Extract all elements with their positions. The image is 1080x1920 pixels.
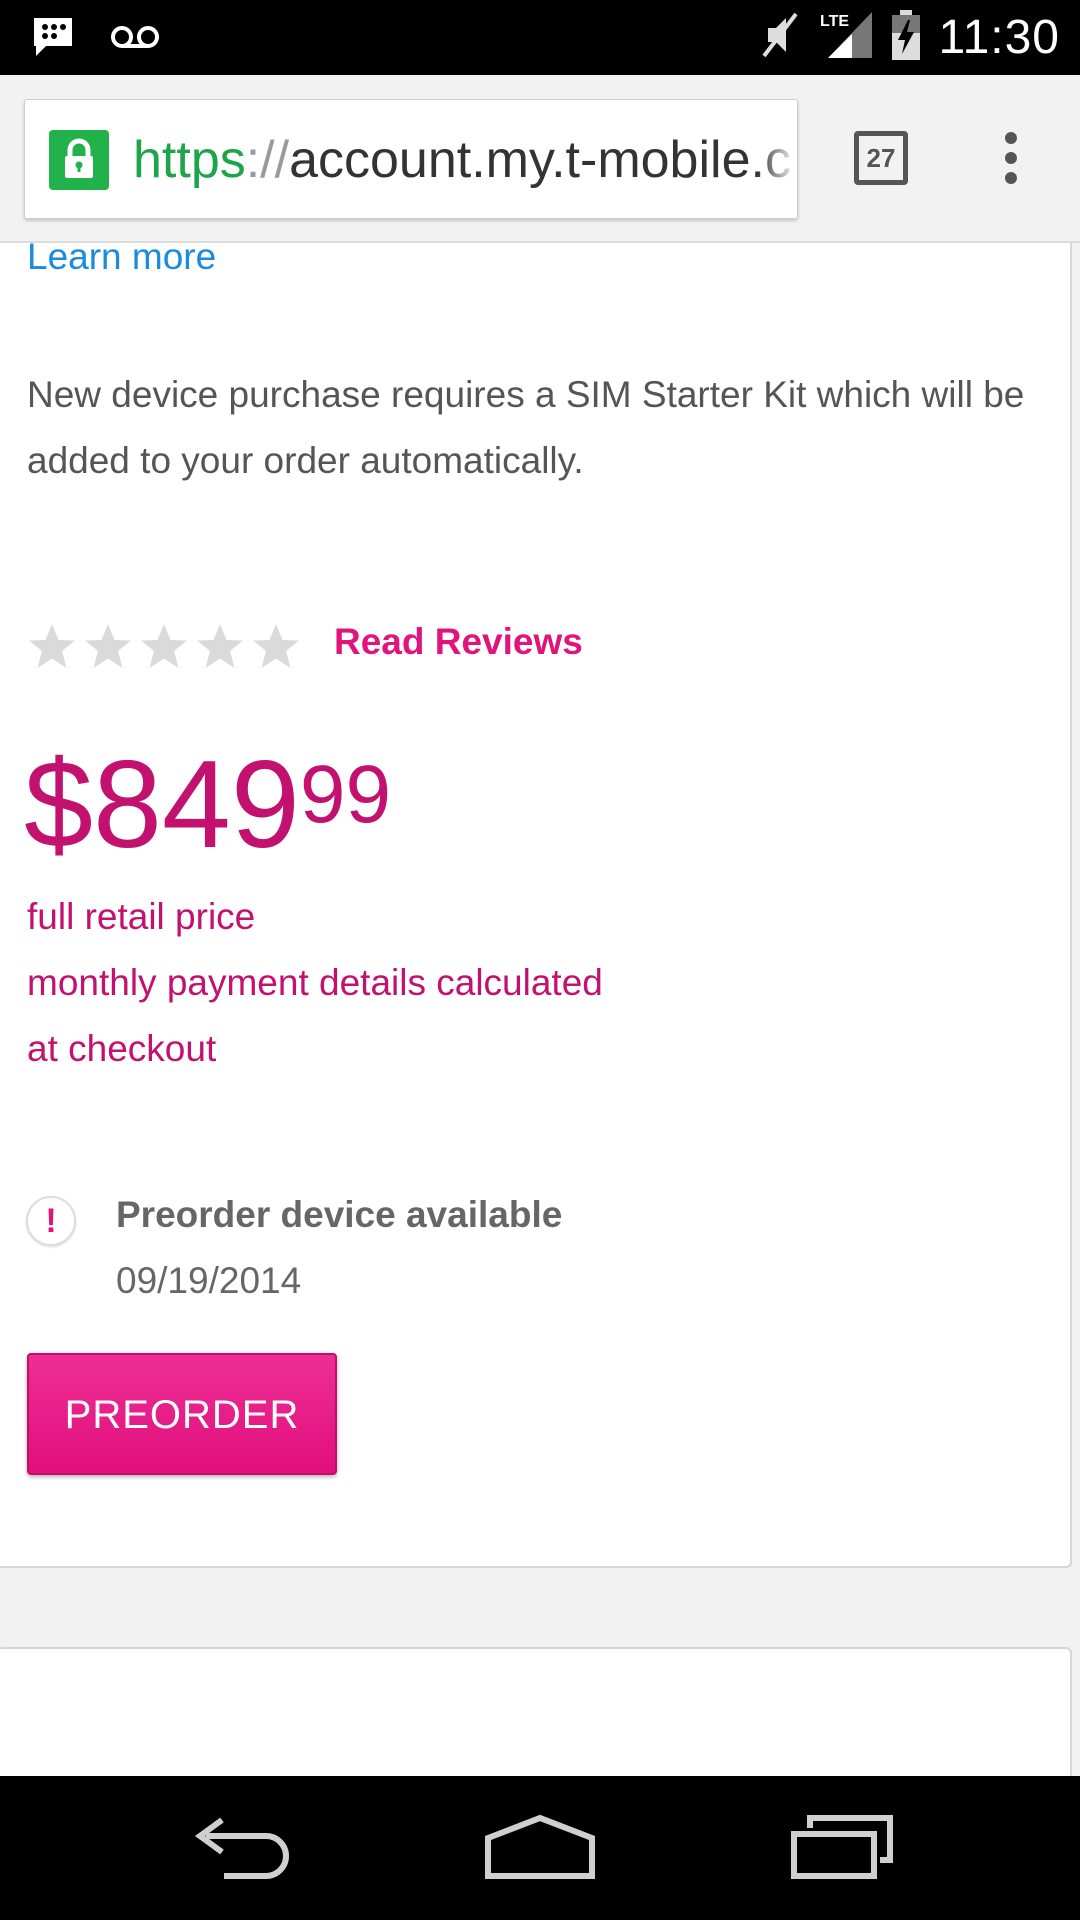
tab-switcher-button[interactable]: 27: [854, 131, 908, 185]
preorder-button[interactable]: PREORDER: [27, 1353, 337, 1475]
rating-stars: [25, 620, 303, 674]
bbm-chat-icon: [30, 14, 76, 65]
secure-lock-icon: [49, 130, 109, 190]
overflow-menu-icon[interactable]: [1000, 132, 1022, 188]
home-icon[interactable]: [484, 1812, 596, 1887]
svg-text:LTE: LTE: [820, 13, 849, 30]
recent-apps-icon[interactable]: [790, 1812, 896, 1887]
read-reviews-link[interactable]: Read Reviews: [334, 621, 583, 663]
sim-starter-kit-note: New device purchase requires a SIM Start…: [27, 374, 1025, 481]
price-cents: 99: [299, 749, 392, 840]
price-note-checkout: at checkout: [27, 1028, 217, 1069]
clock: 11:30: [938, 11, 1060, 64]
star-icon: [197, 624, 243, 668]
alert-icon: !: [26, 1196, 76, 1246]
navigation-bar: [0, 1776, 1080, 1920]
battery-charging-icon: [890, 8, 922, 67]
star-icon: [141, 624, 187, 668]
price-note-monthly: monthly payment details calculated: [27, 962, 603, 1003]
url-bar[interactable]: https://account.my.t-mobile.c: [24, 99, 798, 219]
price-notes: full retail price monthly payment detail…: [27, 884, 727, 1082]
status-bar: LTE 11:30: [0, 0, 1080, 75]
price: $84999: [24, 735, 391, 875]
star-icon: [85, 624, 131, 668]
browser-toolbar: https://account.my.t-mobile.c 27: [0, 75, 1080, 243]
back-icon[interactable]: [186, 1812, 292, 1887]
price-note-retail: full retail price: [27, 896, 256, 937]
lte-signal-icon: LTE: [818, 8, 874, 67]
preorder-date: 09/19/2014: [116, 1260, 302, 1301]
star-icon: [253, 624, 299, 668]
preorder-title: Preorder device available: [116, 1194, 563, 1235]
voicemail-icon: [110, 22, 160, 57]
mute-icon: [758, 10, 802, 65]
learn-more-link[interactable]: Learn more: [27, 236, 216, 278]
price-dollars: $849: [24, 736, 300, 874]
star-icon: [29, 624, 75, 668]
url-text: https://account.my.t-mobile.c: [133, 131, 791, 189]
